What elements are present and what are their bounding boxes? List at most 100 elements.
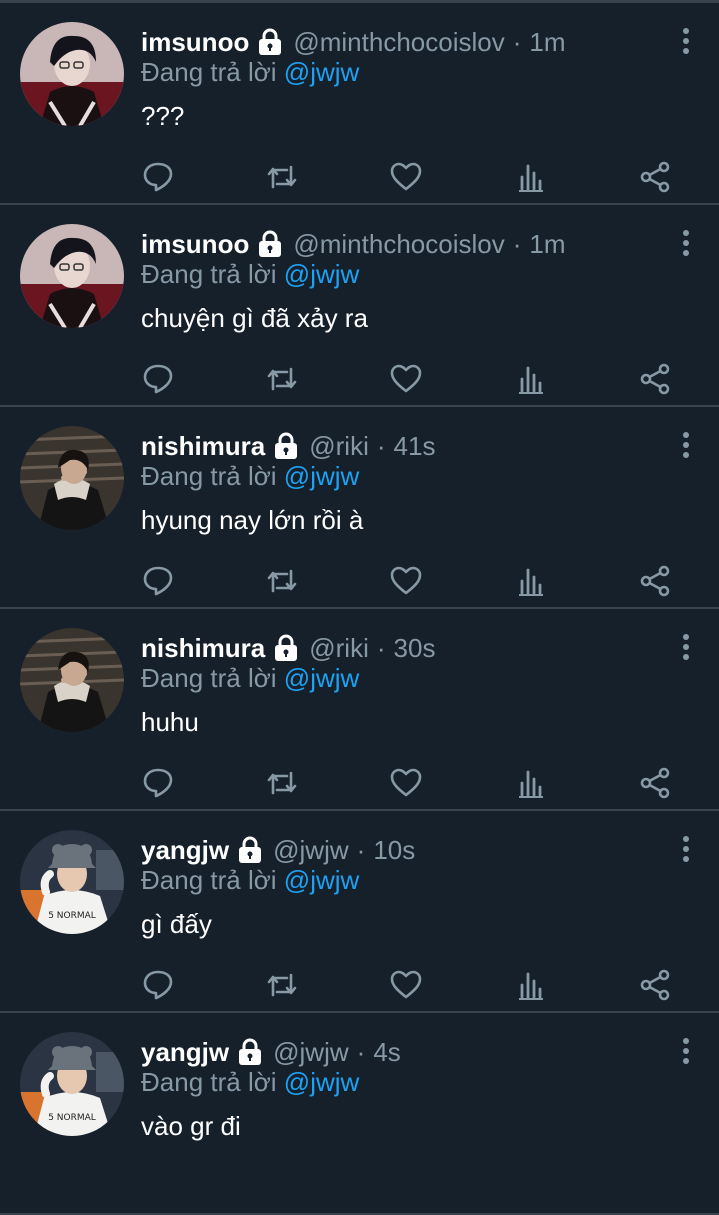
retweet-icon[interactable] xyxy=(262,561,302,601)
replying-to-label: Đang trả lời xyxy=(141,1067,277,1097)
share-icon[interactable] xyxy=(635,965,675,1005)
lock-icon xyxy=(237,836,263,864)
reply-icon[interactable] xyxy=(138,359,178,399)
tweet-actions xyxy=(138,359,678,399)
more-vertical-icon[interactable] xyxy=(679,633,693,661)
tweet-header: yangjw @jwjw · 4s xyxy=(141,1033,659,1071)
retweet-icon[interactable] xyxy=(262,965,302,1005)
reply-icon[interactable] xyxy=(138,763,178,803)
separator-dot: · xyxy=(376,632,386,663)
lock-icon xyxy=(257,28,283,56)
replying-to: Đang trả lời @jwjw xyxy=(141,865,659,899)
tweet[interactable]: 5 NORMAL yangjw @jwjw · 4s Đang trả lời xyxy=(0,1013,719,1215)
avatar[interactable]: 5 NORMAL xyxy=(20,1032,124,1136)
separator-dot: · xyxy=(512,26,522,57)
user-handle[interactable]: @minthchocoislov xyxy=(293,27,504,58)
tweet[interactable]: imsunoo @minthchocoislov · 1m Đang trả l… xyxy=(0,3,719,205)
separator-dot: · xyxy=(376,430,386,461)
replying-to-label: Đang trả lời xyxy=(141,663,277,693)
lock-icon xyxy=(273,432,299,460)
reply-icon[interactable] xyxy=(138,561,178,601)
replying-to-mention[interactable]: @jwjw xyxy=(284,259,360,289)
tweet-text: gì đấy xyxy=(141,909,212,939)
user-handle[interactable]: @jwjw xyxy=(273,1037,349,1068)
tweet-header: yangjw @jwjw · 10s xyxy=(141,831,659,869)
separator-dot: · xyxy=(356,834,366,865)
retweet-icon[interactable] xyxy=(262,359,302,399)
analytics-icon[interactable] xyxy=(512,359,552,399)
display-name[interactable]: yangjw xyxy=(141,1037,229,1068)
tweet-text: ??? xyxy=(141,101,185,131)
tweet-content: imsunoo @minthchocoislov · 1m Đang trả l… xyxy=(141,23,659,137)
replying-to-mention[interactable]: @jwjw xyxy=(284,461,360,491)
avatar[interactable] xyxy=(20,628,124,732)
replying-to: Đang trả lời @jwjw xyxy=(141,461,659,495)
user-handle[interactable]: @jwjw xyxy=(273,835,349,866)
user-handle[interactable]: @riki xyxy=(309,431,369,462)
display-name[interactable]: nishimura xyxy=(141,431,265,462)
more-vertical-icon[interactable] xyxy=(679,1037,693,1065)
replying-to-label: Đang trả lời xyxy=(141,865,277,895)
analytics-icon[interactable] xyxy=(512,965,552,1005)
replying-to-mention[interactable]: @jwjw xyxy=(284,663,360,693)
svg-text:5 NORMAL: 5 NORMAL xyxy=(48,1113,96,1123)
avatar[interactable] xyxy=(20,426,124,530)
tweet[interactable]: nishimura @riki · 41s Đang trả lời @jwjw… xyxy=(0,407,719,609)
replying-to-mention[interactable]: @jwjw xyxy=(284,865,360,895)
tweet-content: yangjw @jwjw · 10s Đang trả lời @jwjw gì… xyxy=(141,831,659,945)
replying-to-mention[interactable]: @jwjw xyxy=(284,1067,360,1097)
replying-to-label: Đang trả lời xyxy=(141,259,277,289)
display-name[interactable]: imsunoo xyxy=(141,229,249,260)
tweet-header: imsunoo @minthchocoislov · 1m xyxy=(141,225,659,263)
retweet-icon[interactable] xyxy=(262,157,302,197)
tweet-content: nishimura @riki · 41s Đang trả lời @jwjw… xyxy=(141,427,659,541)
lock-icon xyxy=(257,230,283,258)
display-name[interactable]: imsunoo xyxy=(141,27,249,58)
display-name[interactable]: nishimura xyxy=(141,633,265,664)
tweet-header: nishimura @riki · 30s xyxy=(141,629,659,667)
analytics-icon[interactable] xyxy=(512,561,552,601)
tweet[interactable]: 5 NORMAL yangjw @jwjw · 10s Đang trả lời xyxy=(0,811,719,1013)
lock-icon xyxy=(273,634,299,662)
display-name[interactable]: yangjw xyxy=(141,835,229,866)
user-handle[interactable]: @minthchocoislov xyxy=(293,229,504,260)
replying-to-label: Đang trả lời xyxy=(141,57,277,87)
share-icon[interactable] xyxy=(635,561,675,601)
share-icon[interactable] xyxy=(635,157,675,197)
reply-icon[interactable] xyxy=(138,965,178,1005)
more-vertical-icon[interactable] xyxy=(679,431,693,459)
timestamp: 1m xyxy=(529,228,566,259)
avatar[interactable]: 5 NORMAL xyxy=(20,830,124,934)
tweet-text: vào gr đi xyxy=(141,1111,241,1141)
heart-icon[interactable] xyxy=(386,359,426,399)
replying-to: Đang trả lời @jwjw xyxy=(141,663,659,697)
tweet[interactable]: nishimura @riki · 30s Đang trả lời @jwjw… xyxy=(0,609,719,811)
analytics-icon[interactable] xyxy=(512,763,552,803)
retweet-icon[interactable] xyxy=(262,763,302,803)
replying-to: Đang trả lời @jwjw xyxy=(141,1067,659,1101)
heart-icon[interactable] xyxy=(386,157,426,197)
analytics-icon[interactable] xyxy=(512,157,552,197)
timestamp: 30s xyxy=(393,632,436,663)
replying-to-mention[interactable]: @jwjw xyxy=(284,57,360,87)
reply-timeline: imsunoo @minthchocoislov · 1m Đang trả l… xyxy=(0,3,719,1215)
more-vertical-icon[interactable] xyxy=(679,835,693,863)
reply-icon[interactable] xyxy=(138,157,178,197)
heart-icon[interactable] xyxy=(386,561,426,601)
svg-text:5 NORMAL: 5 NORMAL xyxy=(48,911,96,921)
avatar[interactable] xyxy=(20,224,124,328)
share-icon[interactable] xyxy=(635,763,675,803)
lock-icon xyxy=(237,1038,263,1066)
more-vertical-icon[interactable] xyxy=(679,229,693,257)
tweet[interactable]: imsunoo @minthchocoislov · 1m Đang trả l… xyxy=(0,205,719,407)
share-icon[interactable] xyxy=(635,359,675,399)
timestamp: 1m xyxy=(529,26,566,57)
more-vertical-icon[interactable] xyxy=(679,27,693,55)
replying-to-label: Đang trả lời xyxy=(141,461,277,491)
tweet-header: imsunoo @minthchocoislov · 1m xyxy=(141,23,659,61)
avatar[interactable] xyxy=(20,22,124,126)
user-handle[interactable]: @riki xyxy=(309,633,369,664)
heart-icon[interactable] xyxy=(386,965,426,1005)
tweet-text: huhu xyxy=(141,707,199,737)
heart-icon[interactable] xyxy=(386,763,426,803)
